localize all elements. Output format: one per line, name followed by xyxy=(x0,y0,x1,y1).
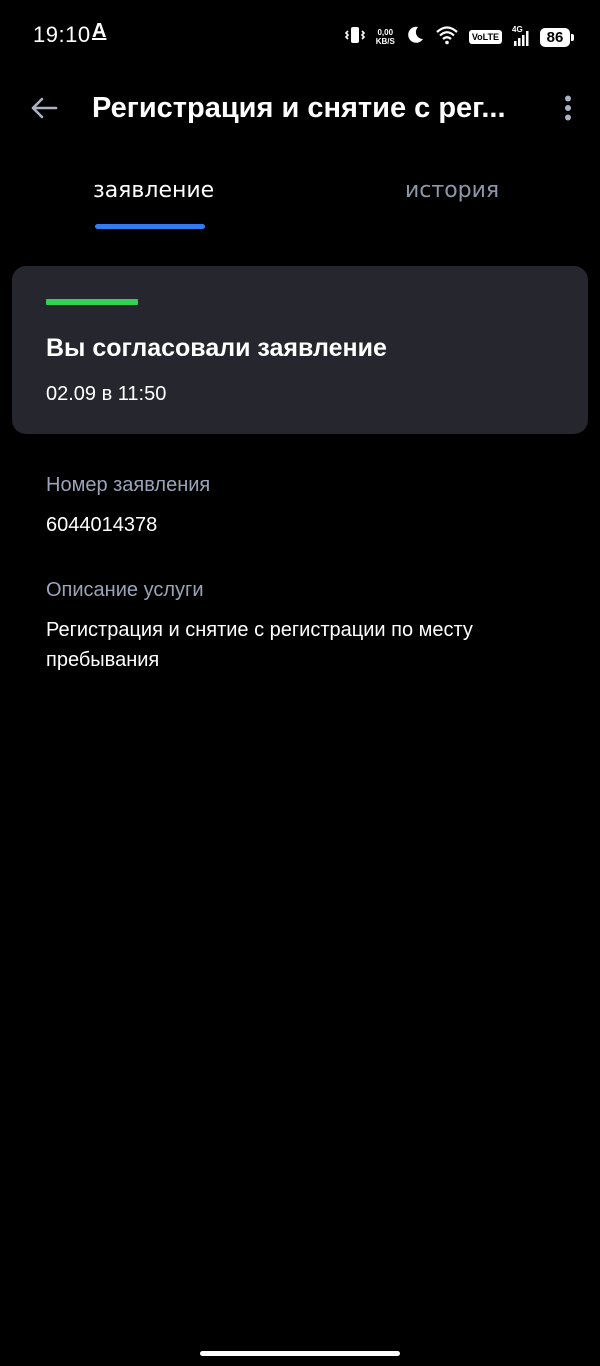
tab-history[interactable]: история xyxy=(405,178,499,203)
volte-badge: VoLTE xyxy=(468,30,502,44)
battery-icon: 86 xyxy=(540,27,574,47)
vibrate-icon xyxy=(344,24,366,51)
moon-icon xyxy=(405,25,425,50)
tab-statement[interactable]: заявление xyxy=(93,178,214,203)
status-stripe xyxy=(46,299,138,305)
status-icons: 0,00 KB/S VoLTE 4G 86 xyxy=(344,24,574,51)
status-date: 02.09 в 11:50 xyxy=(46,383,167,405)
application-status-card: Вы согласовали заявление 02.09 в 11:50 xyxy=(12,266,588,434)
application-number-value: 6044014378 xyxy=(46,514,158,536)
signal-icon: 4G xyxy=(512,25,530,47)
a-indicator-icon: A xyxy=(92,20,107,42)
status-title: Вы согласовали заявление xyxy=(46,334,387,362)
status-bar: 19:10 A 0,00 KB/S VoLTE 4G 86 xyxy=(0,0,600,72)
net-speed-unit: KB/S xyxy=(375,37,395,46)
page-title: Регистрация и снятие с рег... xyxy=(92,92,506,124)
back-button[interactable] xyxy=(24,88,64,128)
net-speed: 0,00 KB/S xyxy=(376,28,395,46)
active-tab-indicator xyxy=(95,224,205,229)
application-number-label: Номер заявления xyxy=(46,474,211,496)
app-bar: Регистрация и снятие с рег... xyxy=(0,72,600,144)
wifi-icon xyxy=(435,25,459,50)
more-vertical-icon xyxy=(565,95,571,121)
service-description-value: Регистрация и снятие с регистрации по ме… xyxy=(46,619,473,671)
service-description-label: Описание услуги xyxy=(46,579,204,601)
net-speed-value: 0,00 xyxy=(377,28,394,37)
tab-bar: заявление история xyxy=(0,160,600,232)
home-indicator[interactable] xyxy=(200,1351,400,1356)
more-options-button[interactable] xyxy=(554,88,582,128)
status-time: 19:10 xyxy=(33,22,91,47)
arrow-left-icon xyxy=(31,97,58,119)
